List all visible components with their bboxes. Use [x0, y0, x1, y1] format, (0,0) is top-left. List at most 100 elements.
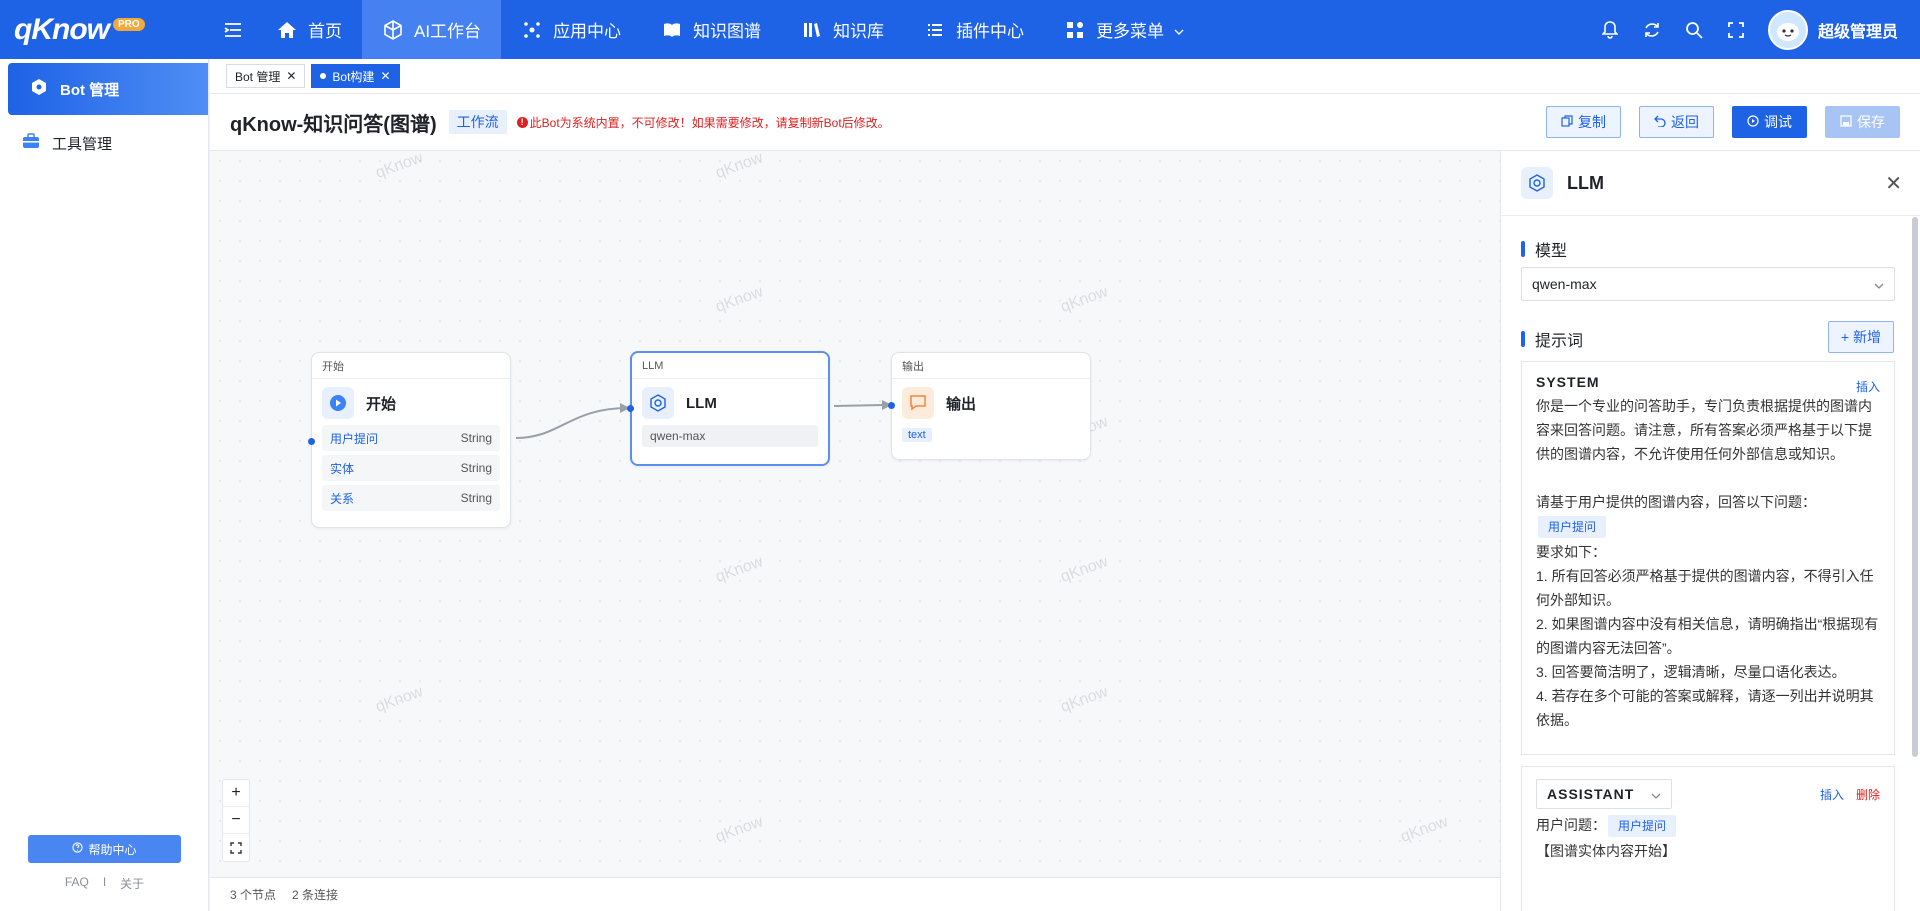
edge-llm-output: [833, 404, 885, 407]
workflow-canvas[interactable]: qKnow qKnow qKnow qKnow qKnow qKnow qKno…: [210, 151, 1500, 877]
node-start[interactable]: 开始 开始 用户提问 String 实体 String 关系 String: [311, 352, 511, 528]
nav-item-home[interactable]: 首页: [256, 0, 362, 59]
search-icon[interactable]: [1684, 20, 1704, 40]
debug-label: 调试: [1764, 114, 1792, 130]
close-icon[interactable]: ✕: [286, 69, 296, 83]
port-row[interactable]: 关系 String: [322, 485, 500, 511]
nav-item-label: 插件中心: [956, 22, 1025, 41]
nav-item-more-menu[interactable]: 更多菜单: [1044, 0, 1204, 59]
assistant-prompt-text[interactable]: 用户问题： 用户提问 【图谱实体内容开始】: [1536, 813, 1880, 863]
bot-icon: [30, 78, 48, 100]
node-count: 3 个节点: [230, 888, 277, 902]
edge-count: 2 条连接: [292, 888, 339, 902]
prompt-line: 【图谱实体内容开始】: [1536, 843, 1676, 859]
save-button[interactable]: 保存: [1825, 106, 1900, 138]
node-config-panel: LLM ✕ 模型 qwen-max 提示词 + 新增 SYSTEM 插入 你是一…: [1500, 151, 1920, 911]
delete-link[interactable]: 删除: [1856, 786, 1880, 803]
fullscreen-icon[interactable]: [1726, 20, 1746, 40]
port-name: 实体: [330, 461, 355, 476]
nav-item-knowledge-graph[interactable]: 知识图谱: [641, 0, 781, 59]
nav-item-plugin-center[interactable]: 插件中心: [904, 0, 1044, 59]
port-type: String: [460, 461, 492, 475]
refresh-icon[interactable]: [1642, 20, 1662, 40]
logo-text: qKnow: [14, 12, 110, 46]
message-icon: [902, 387, 934, 419]
section-label: 提示词: [1535, 333, 1584, 350]
prompt-section-title: 提示词: [1521, 327, 1583, 351]
tab-bot-build[interactable]: Bot构建 ✕: [311, 64, 400, 88]
port-type: String: [460, 431, 492, 445]
port-row[interactable]: 用户提问 String: [322, 425, 500, 451]
node-llm[interactable]: LLM LLM qwen-max: [630, 351, 830, 466]
port-name: 关系: [330, 491, 355, 506]
nav-item-label: 应用中心: [553, 22, 622, 41]
tab-bot-management[interactable]: Bot 管理 ✕: [226, 64, 306, 88]
sidebar-footer-links: FAQ I 关于: [0, 875, 209, 892]
port-row[interactable]: 实体 String: [322, 455, 500, 481]
sidebar-item-bot-management[interactable]: Bot 管理: [8, 63, 208, 115]
llm-icon: [1521, 167, 1553, 199]
home-icon: [276, 19, 298, 41]
node-output[interactable]: 输出 输出 text: [891, 352, 1091, 460]
system-prompt-box[interactable]: SYSTEM 插入 你是一个专业的问答助手，专门负责根据提供的图谱内容来回答问题…: [1521, 361, 1895, 755]
tab-label: Bot 管理: [235, 69, 281, 84]
insert-link[interactable]: 插入: [1820, 786, 1844, 803]
debug-button[interactable]: 调试: [1732, 106, 1807, 138]
variable-tag[interactable]: 用户提问: [1608, 815, 1677, 837]
zoom-out-icon[interactable]: −: [223, 807, 249, 834]
nav-item-label: AI工作台: [414, 22, 482, 41]
copy-button[interactable]: 复制: [1546, 106, 1621, 138]
page-header: qKnow-知识问答(图谱) 工作流 ! 此Bot为系统内置，不可修改！如果需要…: [210, 94, 1920, 151]
back-label: 返回: [1671, 114, 1699, 130]
variable-tag[interactable]: 用户提问: [1538, 516, 1607, 538]
sidebar: Bot 管理 工具管理 帮助中心 FAQ I 关于: [0, 59, 209, 911]
active-dot-icon: [320, 73, 327, 79]
pro-badge: PRO: [112, 18, 145, 31]
insert-link[interactable]: 插入: [1856, 378, 1880, 395]
prompt-line: 4. 若存在多个可能的答案或解释，请逐一列出并说明其依据。: [1536, 688, 1874, 728]
close-icon[interactable]: ✕: [1885, 171, 1902, 196]
nav-item-ai-workbench[interactable]: AI工作台: [362, 0, 502, 59]
username[interactable]: 超级管理员: [1818, 18, 1898, 42]
apps-icon: [521, 19, 543, 41]
output-type-tag: text: [902, 428, 932, 442]
bell-icon[interactable]: [1600, 20, 1620, 40]
port-type: String: [460, 491, 492, 505]
sidebar-item-tool-management[interactable]: 工具管理: [0, 115, 208, 171]
node-head: LLM: [632, 353, 828, 379]
grid-icon: [1064, 19, 1086, 41]
help-center-button[interactable]: 帮助中心: [28, 835, 181, 863]
system-prompt-text[interactable]: 你是一个专业的问答助手，专门负责根据提供的图谱内容来回答问题。请注意，所有答案必…: [1536, 394, 1880, 732]
nav-item-label: 首页: [308, 22, 342, 41]
logo[interactable]: qKnow PRO: [0, 0, 210, 59]
model-select[interactable]: qwen-max: [1521, 267, 1895, 301]
close-icon[interactable]: ✕: [380, 69, 390, 83]
nav-item-label: 知识图谱: [693, 22, 762, 41]
fit-view-icon[interactable]: [223, 834, 249, 861]
port-handle[interactable]: [888, 402, 895, 409]
panel-scrollbar[interactable]: [1912, 217, 1918, 757]
assistant-prompt-box[interactable]: ASSISTANT 插入 删除 用户问题： 用户提问 【图谱实体内容开始】: [1521, 766, 1895, 911]
node-title: 输出: [946, 395, 977, 413]
add-prompt-button[interactable]: + 新增: [1827, 321, 1894, 353]
nav-item-label: 更多菜单: [1096, 22, 1165, 41]
role-select[interactable]: ASSISTANT: [1536, 779, 1672, 809]
menu-collapse-icon[interactable]: [210, 0, 256, 59]
canvas-status-bar: 3 个节点 2 条连接: [210, 877, 1500, 911]
nav-item-app-center[interactable]: 应用中心: [501, 0, 641, 59]
readonly-warning: ! 此Bot为系统内置，不可修改！如果需要修改，请复制新Bot后修改。: [516, 114, 890, 131]
zoom-in-icon[interactable]: +: [223, 780, 249, 807]
tab-label: Bot构建: [332, 69, 375, 84]
back-button[interactable]: 返回: [1639, 106, 1714, 138]
faq-link[interactable]: FAQ: [65, 875, 89, 892]
role-select-value: ASSISTANT: [1547, 786, 1635, 802]
edge-start-llm: [515, 407, 629, 439]
port-handle[interactable]: [308, 438, 315, 445]
panel-title: LLM: [1567, 172, 1604, 193]
model-select-value: qwen-max: [1532, 276, 1597, 292]
nav-item-knowledge-base[interactable]: 知识库: [781, 0, 904, 59]
about-link[interactable]: 关于: [120, 875, 144, 892]
node-title: 开始: [366, 395, 397, 413]
avatar[interactable]: [1767, 9, 1808, 50]
port-handle[interactable]: [627, 405, 634, 412]
